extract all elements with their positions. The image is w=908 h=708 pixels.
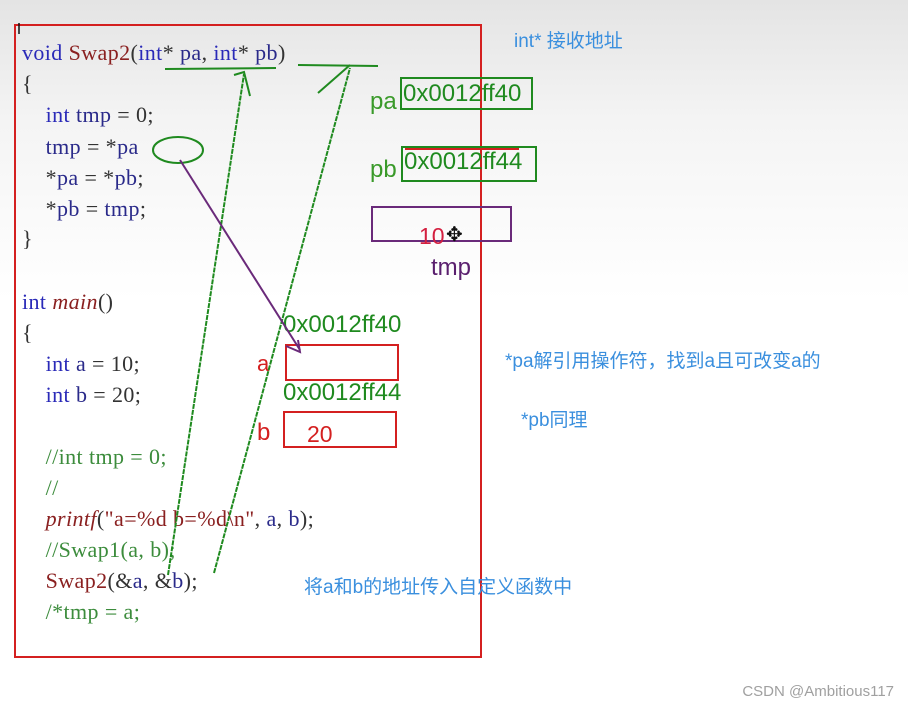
- code-line: tmp = *pa: [22, 134, 139, 160]
- code-token: *: [22, 165, 57, 190]
- a-label: a: [257, 351, 270, 376]
- b-box: [283, 411, 397, 448]
- code-token: pb: [57, 196, 80, 221]
- code-token: a: [132, 568, 143, 593]
- code-token: a: [75, 351, 87, 376]
- code-token: Swap2: [45, 568, 108, 593]
- code-token: int: [22, 289, 53, 314]
- a-box: [285, 344, 399, 381]
- pa-label: pa: [370, 88, 397, 115]
- code-token: *: [22, 196, 57, 221]
- code-token: ,: [276, 506, 289, 531]
- code-token: int: [45, 102, 76, 127]
- code-line: Swap2(&a, &b);: [22, 568, 198, 594]
- code-line: int a = 10;: [22, 351, 140, 377]
- code-token: a: [266, 506, 277, 531]
- code-token: main: [52, 289, 98, 314]
- code-token: }: [22, 226, 33, 251]
- code-line: printf("a=%d b=%d\n", a, b);: [22, 506, 314, 532]
- a-address: 0x0012ff40: [283, 311, 402, 338]
- code-token: Swap2: [68, 40, 131, 65]
- code-token: (): [97, 289, 114, 314]
- pb-label: pb: [370, 156, 397, 183]
- pb-value: 0x0012ff44: [404, 148, 523, 175]
- code-line: /*tmp = a;: [22, 599, 140, 625]
- code-token: pa: [117, 134, 139, 159]
- code-token: ;: [139, 196, 147, 221]
- code-token: b: [172, 568, 184, 593]
- code-token: //int tmp = 0;: [22, 444, 167, 469]
- code-token: = *: [78, 165, 115, 190]
- code-line: }: [22, 226, 33, 252]
- code-token: {: [22, 71, 33, 96]
- code-line: *pa = *pb;: [22, 165, 144, 191]
- code-token: int: [45, 351, 76, 376]
- code-token: //: [22, 475, 59, 500]
- code-line: *pb = tmp;: [22, 196, 146, 222]
- code-line: //Swap1(a, b);: [22, 537, 176, 563]
- code-token: (&: [107, 568, 133, 593]
- code-token: = 20;: [87, 382, 142, 407]
- code-token: ): [277, 40, 286, 65]
- code-token: ,: [201, 40, 214, 65]
- code-token: );: [183, 568, 198, 593]
- annotation-deref-explain: *pa解引用操作符，找到a且可改变a的: [505, 351, 821, 372]
- code-token: = 0;: [111, 102, 154, 127]
- tmp-value: 10: [419, 223, 445, 249]
- code-token: pa: [57, 165, 79, 190]
- code-token: /*tmp = a;: [22, 599, 141, 624]
- annotation-pb-same: *pb同理: [521, 410, 588, 431]
- code-token: tmp: [104, 196, 140, 221]
- code-token: "a=%d b=%d\n": [104, 506, 255, 531]
- annotation-receive-address: int* 接收地址: [514, 31, 623, 52]
- code-token: void: [22, 40, 69, 65]
- code-token: );: [299, 506, 315, 531]
- b-value: 20: [307, 421, 333, 447]
- code-token: pb: [255, 40, 278, 65]
- code-token: {: [22, 320, 33, 345]
- move-cursor-icon: ✥: [446, 224, 463, 246]
- code-line: //: [22, 475, 59, 501]
- code-token: int: [138, 40, 163, 65]
- pa-value: 0x0012ff40: [403, 80, 522, 107]
- code-token: //Swap1(a, b);: [22, 537, 176, 562]
- tmp-label: tmp: [431, 254, 472, 281]
- code-token: pb: [114, 165, 138, 190]
- code-token: tmp: [75, 102, 112, 127]
- code-token: = 10;: [86, 351, 141, 376]
- code-line: //int tmp = 0;: [22, 444, 167, 470]
- code-line: {: [22, 320, 33, 346]
- annotation-pass-address: 将a和b的地址传入自定义函数中: [304, 577, 573, 598]
- code-token: b: [75, 382, 88, 407]
- code-line: int b = 20;: [22, 382, 141, 408]
- code-token: int: [213, 40, 238, 65]
- code-token: *: [162, 40, 180, 65]
- code-token: (: [96, 506, 105, 531]
- b-label: b: [257, 419, 271, 446]
- code-token: ,: [254, 506, 267, 531]
- code-token: , &: [142, 568, 173, 593]
- code-token: tmp: [45, 134, 82, 159]
- code-token: = *: [81, 134, 118, 159]
- b-address: 0x0012ff44: [283, 379, 402, 406]
- code-token: pa: [180, 40, 202, 65]
- code-token: b: [288, 506, 300, 531]
- code-line: void Swap2(int* pa, int* pb): [22, 40, 286, 66]
- code-token: printf: [45, 506, 97, 531]
- code-token: int: [45, 382, 76, 407]
- code-token: ;: [137, 165, 144, 190]
- code-token: =: [79, 196, 105, 221]
- code-line: int main(): [22, 289, 113, 315]
- watermark: CSDN @Ambitious117: [742, 683, 894, 700]
- code-line: {: [22, 71, 33, 97]
- code-line: int tmp = 0;: [22, 102, 154, 128]
- code-token: *: [237, 40, 256, 65]
